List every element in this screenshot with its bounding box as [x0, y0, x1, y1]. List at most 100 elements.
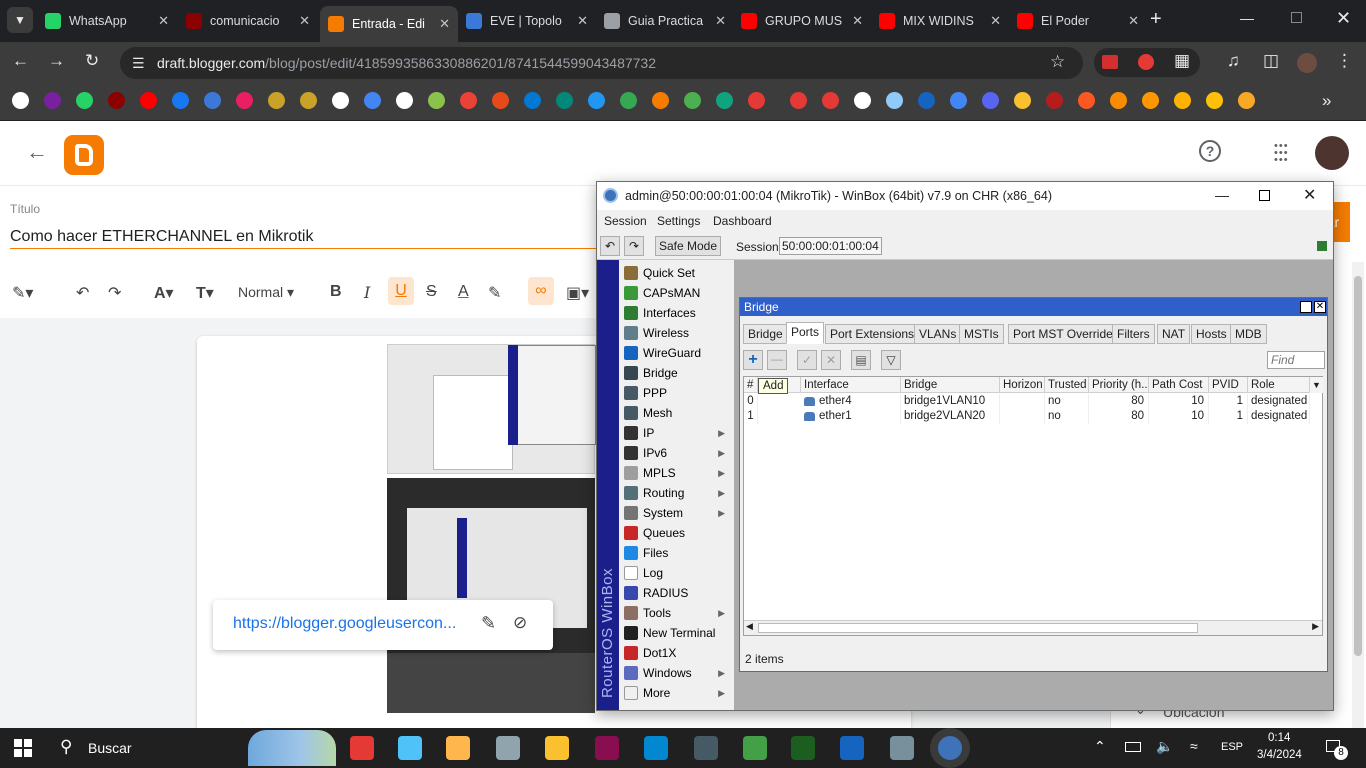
text-color-icon[interactable]: A [458, 283, 469, 301]
bookmark-icon[interactable] [886, 92, 903, 109]
add-button[interactable]: + [743, 350, 763, 370]
more-bookmarks-icon[interactable]: » [1322, 91, 1331, 111]
winbox-maximize-button[interactable] [1259, 190, 1270, 201]
bridge-maximize-button[interactable] [1300, 301, 1312, 313]
column-header[interactable]: Path Cost [1149, 377, 1209, 393]
side-menu-item[interactable]: Quick Set [621, 263, 733, 283]
remove-button[interactable]: — [767, 350, 787, 370]
app-icon[interactable] [644, 736, 668, 760]
column-header[interactable]: Horizon [1000, 377, 1045, 393]
table-row[interactable]: 0 ether4bridge1VLAN10 no80101designated po… [744, 394, 1310, 409]
side-menu-item[interactable]: New Terminal [621, 623, 733, 643]
side-menu-item[interactable]: Files [621, 543, 733, 563]
link-icon[interactable]: ∞ [528, 277, 554, 305]
bookmark-icon[interactable] [428, 92, 445, 109]
comment-button[interactable]: ▤ [851, 350, 871, 370]
bridge-tab[interactable]: Filters [1112, 324, 1155, 344]
account-avatar[interactable] [1315, 136, 1349, 170]
winbox-close-button[interactable]: ✕ [1303, 185, 1316, 205]
enable-button[interactable]: ✓ [797, 350, 817, 370]
app-icon[interactable] [398, 736, 422, 760]
undo-icon[interactable]: ↶ [76, 283, 89, 303]
highlight-icon[interactable]: ✎ [488, 283, 501, 303]
browser-tab[interactable]: Entrada - Edi ✕ [320, 6, 458, 42]
bridge-tab[interactable]: Port MST Overrides [1008, 324, 1124, 344]
bridge-tab[interactable]: VLANs [914, 324, 962, 344]
side-menu-item[interactable]: Windows ▶ [621, 663, 733, 683]
bridge-tab[interactable]: Port Extensions [825, 324, 920, 344]
bookmark-icon[interactable] [854, 92, 871, 109]
bookmark-icon[interactable] [268, 92, 285, 109]
bridge-tab[interactable]: Bridge [743, 324, 788, 344]
volume-icon[interactable]: 🔈 [1156, 738, 1173, 755]
close-window-button[interactable]: ✕ [1336, 8, 1351, 29]
browser-tab[interactable]: comunicacio ✕ [178, 7, 318, 34]
edit-link-icon[interactable]: ✎ [481, 613, 496, 634]
paragraph-format-select[interactable]: Normal ▾ [238, 284, 294, 301]
reload-icon[interactable]: ↻ [85, 51, 99, 71]
bookmark-icon[interactable] [236, 92, 253, 109]
bookmark-icon[interactable] [620, 92, 637, 109]
unlink-icon[interactable]: ⊘ [513, 613, 527, 633]
italic-icon[interactable]: I [364, 283, 370, 302]
restore-window-button[interactable] [1291, 12, 1302, 23]
bold-icon[interactable]: B [330, 283, 342, 301]
bookmark-icon[interactable] [44, 92, 61, 109]
bookmark-icon[interactable] [332, 92, 349, 109]
wifi-icon[interactable]: ≈ [1190, 738, 1198, 754]
activity-icon[interactable] [496, 736, 520, 760]
app-icon[interactable] [595, 736, 619, 760]
underline-icon[interactable]: U [388, 277, 414, 305]
column-header[interactable]: PVID [1209, 377, 1248, 393]
close-tab-icon[interactable]: ✕ [299, 13, 310, 29]
bookmark-icon[interactable] [204, 92, 221, 109]
app-icon[interactable] [743, 736, 767, 760]
side-menu-item[interactable]: System ▶ [621, 503, 733, 523]
bookmark-icon[interactable] [652, 92, 669, 109]
battery-icon[interactable] [1125, 742, 1141, 752]
apps-grid-icon[interactable]: ••• ••• ••• [1274, 141, 1294, 166]
bookmark-icon[interactable] [172, 92, 189, 109]
bookmark-icon[interactable] [396, 92, 413, 109]
find-input[interactable] [1267, 351, 1325, 369]
bookmark-star-icon[interactable]: ☆ [1050, 52, 1065, 72]
side-menu-item[interactable]: Tools ▶ [621, 603, 733, 623]
bookmark-icon[interactable] [12, 92, 29, 109]
start-button[interactable] [14, 739, 32, 757]
bookmark-icon[interactable] [1206, 92, 1223, 109]
new-tab-button[interactable]: + [1150, 8, 1162, 31]
redo-icon[interactable]: ↷ [108, 283, 121, 303]
side-menu-item[interactable]: Bridge [621, 363, 733, 383]
media-control-icon[interactable]: ♫ [1227, 51, 1240, 71]
close-tab-icon[interactable]: ✕ [990, 13, 1001, 29]
browser-tab[interactable]: EVE | Topolo ✕ [458, 7, 596, 34]
bookmark-icon[interactable] [1078, 92, 1095, 109]
bookmark-icon[interactable] [140, 92, 157, 109]
back-icon[interactable]: ← [12, 51, 29, 71]
chrome-icon[interactable] [350, 736, 374, 760]
side-menu-item[interactable]: Dot1X [621, 643, 733, 663]
bridge-tab[interactable]: Hosts [1191, 324, 1232, 344]
close-tab-icon[interactable]: ✕ [439, 16, 450, 32]
side-menu-item[interactable]: Routing ▶ [621, 483, 733, 503]
extension-icon[interactable] [1102, 55, 1118, 69]
browser-tab[interactable]: Guia Practica ✕ [596, 7, 734, 34]
column-header[interactable]: Trusted [1045, 377, 1089, 393]
bookmark-icon[interactable] [76, 92, 93, 109]
side-menu-item[interactable]: More ▶ [621, 683, 733, 703]
bookmark-icon[interactable] [1046, 92, 1063, 109]
bridge-tab[interactable]: NAT [1157, 324, 1191, 344]
bridge-tab[interactable]: MDB [1230, 324, 1267, 344]
bookmark-icon[interactable] [748, 92, 765, 109]
side-menu-item[interactable]: Mesh [621, 403, 733, 423]
post-title-input[interactable] [10, 225, 600, 249]
bookmark-icon[interactable] [460, 92, 477, 109]
bookmark-icon[interactable] [364, 92, 381, 109]
help-icon[interactable]: ? [1199, 140, 1221, 162]
kebab-menu-icon[interactable]: ⋮ [1336, 51, 1353, 71]
bookmark-icon[interactable] [684, 92, 701, 109]
language-indicator[interactable]: ESP [1221, 741, 1243, 753]
back-arrow-icon[interactable]: ← [26, 139, 48, 165]
browser-tab[interactable]: El Poder ✕ [1009, 7, 1147, 34]
close-tab-icon[interactable]: ✕ [852, 13, 863, 29]
